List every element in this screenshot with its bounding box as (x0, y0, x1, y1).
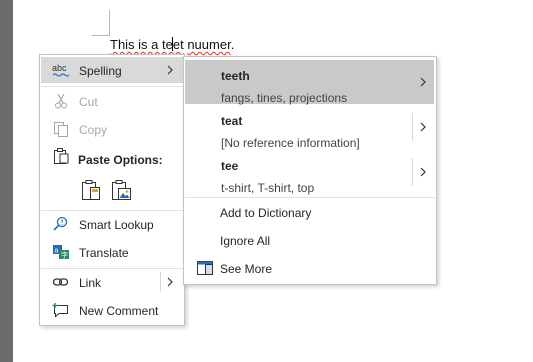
see-more-icon (196, 260, 214, 276)
see-more-button[interactable]: See More (220, 262, 272, 276)
spelling-label: Spelling (79, 64, 122, 78)
clipboard-icon (52, 147, 70, 165)
chevron-right-icon[interactable] (165, 277, 175, 287)
document-text[interactable]: This is a teet nuumer. (110, 37, 234, 52)
menu-item-translate[interactable]: a 字 Translate (41, 239, 183, 265)
suggestion-expand-button[interactable] (412, 60, 434, 104)
menu-item-smart-lookup[interactable]: Smart Lookup (41, 211, 183, 237)
ignore-all-button[interactable]: Ignore All (220, 234, 270, 248)
translate-icon: a 字 (52, 244, 70, 260)
add-to-dictionary-button[interactable]: Add to Dictionary (220, 206, 311, 220)
suggestion-expand-button[interactable] (412, 150, 434, 194)
misspelled-word-teet[interactable]: This is a teet (110, 37, 184, 52)
menu-item-copy[interactable]: Copy (41, 116, 183, 142)
copy-label: Copy (79, 123, 108, 137)
smart-lookup-icon (52, 216, 70, 232)
svg-text:a: a (55, 248, 59, 255)
menu-item-new-comment[interactable]: New Comment (41, 297, 183, 323)
svg-text:字: 字 (61, 251, 68, 260)
suggestion-definition: t-shirt, T-shirt, top (221, 181, 315, 195)
spelling-abc-icon: abc (52, 63, 70, 79)
suggestion-item[interactable]: teeth fangs, tines, projections (185, 60, 412, 105)
copy-icon (52, 121, 70, 137)
cut-text: Cut (79, 95, 98, 109)
paste-keep-source-icon[interactable] (80, 179, 102, 201)
chevron-right-icon (420, 167, 426, 177)
split-divider (160, 272, 161, 292)
misspelled-word-nuumer[interactable]: nuumer (187, 37, 230, 52)
scissors-icon (52, 93, 70, 109)
menu-separator (185, 197, 435, 198)
svg-text:abc: abc (52, 63, 67, 73)
chevron-right-icon (420, 122, 426, 132)
link-icon (52, 274, 70, 290)
context-menu: abc Spelling Cut Copy Paste Options: Sma… (39, 54, 185, 326)
suggestion-expand-button[interactable] (412, 105, 434, 149)
new-comment-icon (52, 302, 70, 318)
menu-separator (41, 86, 183, 87)
window-left-edge (0, 0, 13, 362)
text-after-caret: et (172, 37, 184, 52)
paste-options-heading: Paste Options: (78, 153, 163, 167)
menu-item-cut[interactable]: Cut (41, 88, 183, 114)
menu-item-spelling[interactable]: abc Spelling (41, 57, 183, 83)
paste-picture-icon[interactable] (110, 179, 132, 201)
new-comment-label: New Comment (79, 304, 159, 318)
suggestion-definition: [No reference information] (221, 136, 360, 150)
smart-lookup-label: Smart Lookup (79, 218, 154, 232)
suggestion-word: teeth (221, 69, 250, 83)
suggestion-word: teat (221, 114, 243, 128)
cut-label: Cut (79, 95, 98, 109)
spelling-submenu: teeth fangs, tines, projections teat [No… (183, 56, 437, 285)
translate-label: Translate (79, 246, 129, 260)
chevron-right-icon (420, 77, 426, 87)
page-margin-marker (92, 10, 110, 36)
menu-item-link[interactable]: Link (41, 269, 183, 295)
text-period: . (230, 37, 235, 52)
suggestion-definition: fangs, tines, projections (221, 91, 348, 105)
suggestion-item[interactable]: tee t-shirt, T-shirt, top (185, 150, 412, 195)
suggestion-item[interactable]: teat [No reference information] (185, 105, 412, 150)
link-label: Link (79, 276, 102, 290)
chevron-right-icon (167, 65, 173, 75)
text-before-caret: This is a te (110, 37, 173, 52)
suggestion-word: tee (221, 159, 239, 173)
